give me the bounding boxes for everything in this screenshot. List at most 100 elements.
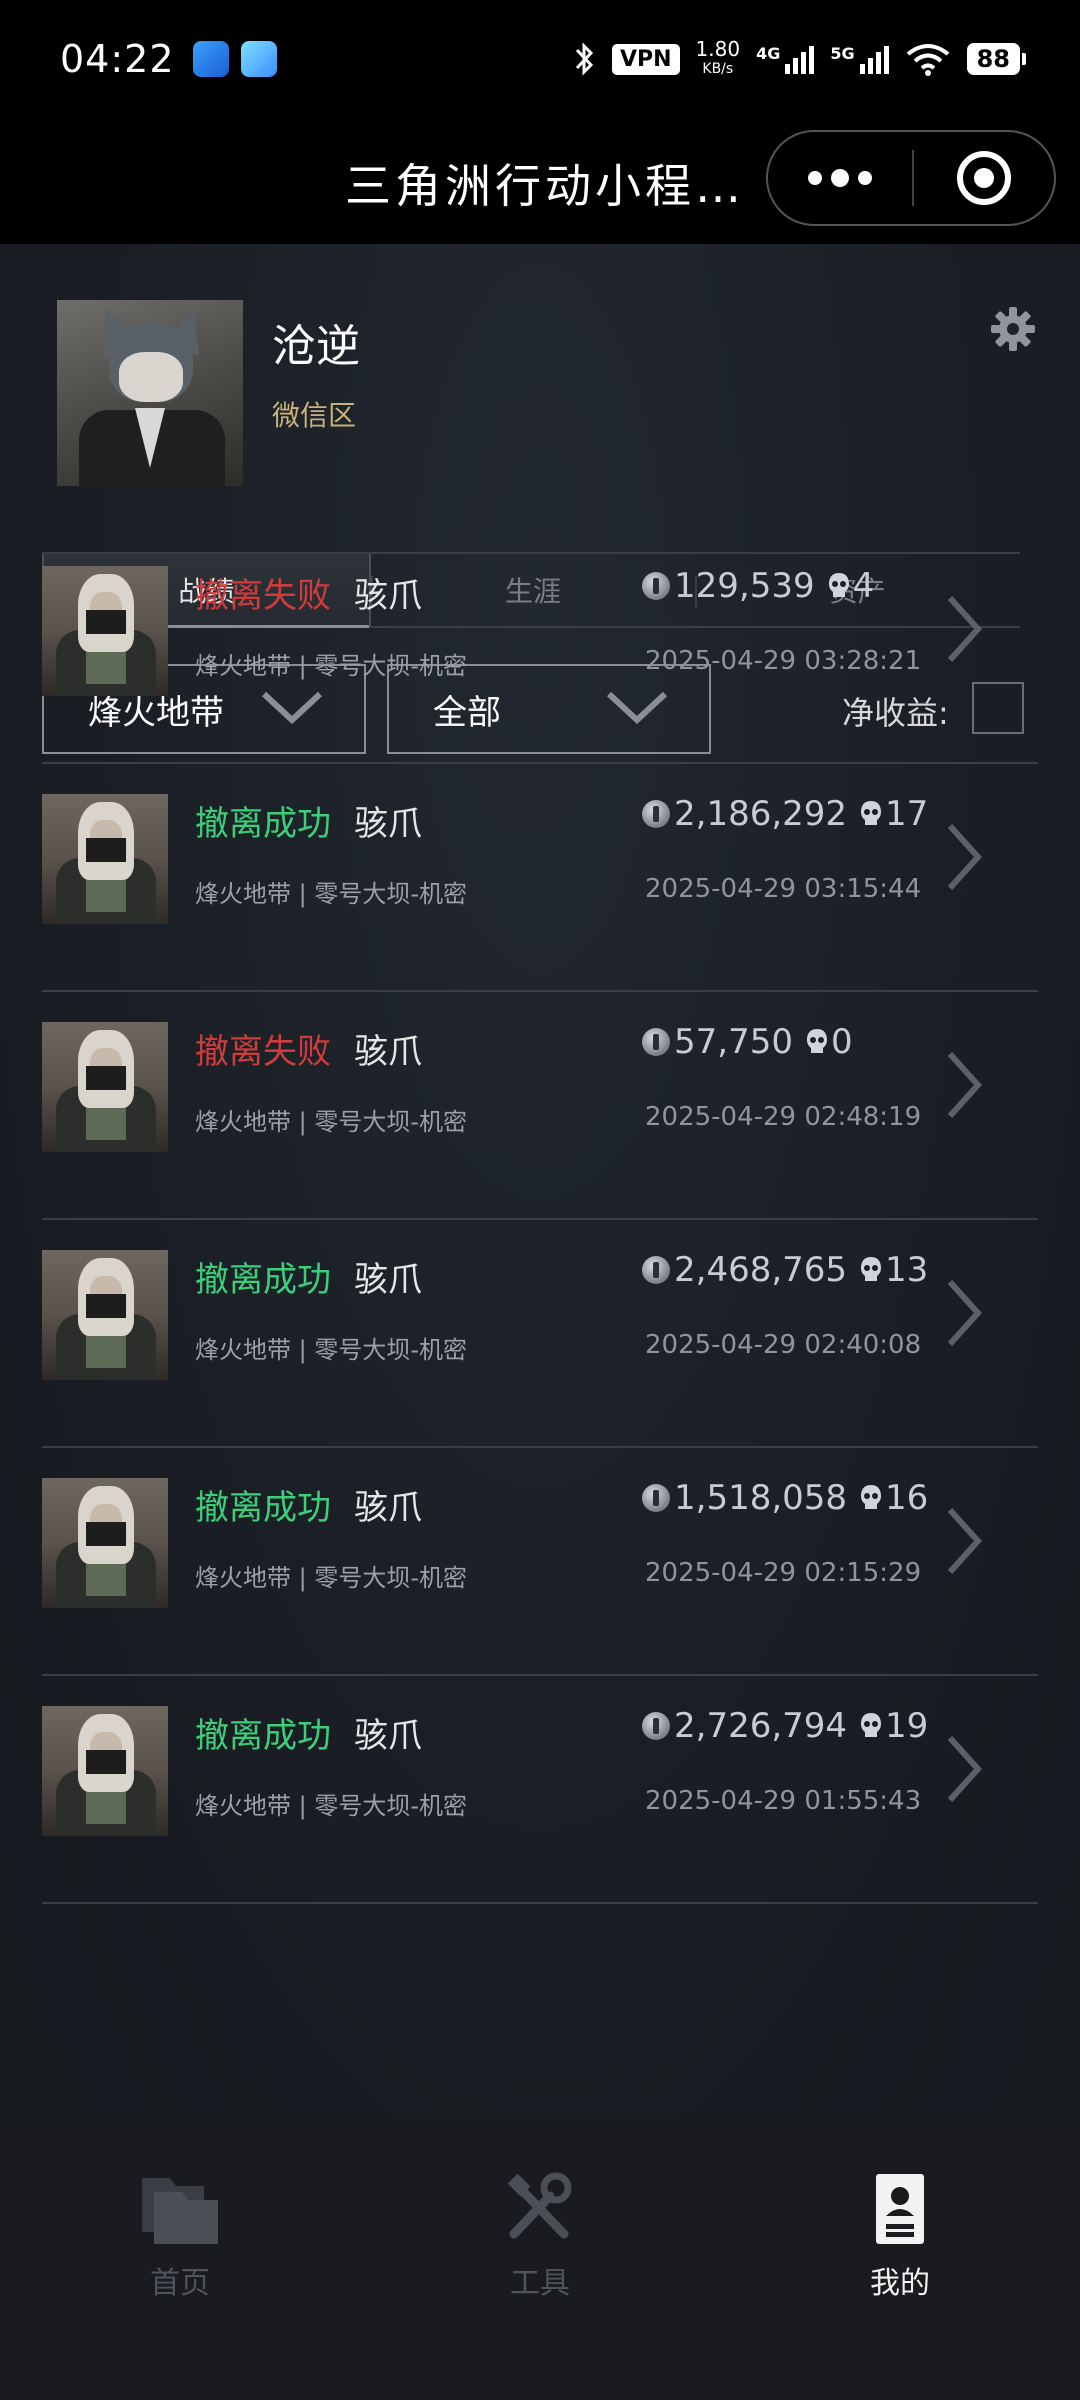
- chevron-right-icon: [947, 595, 983, 663]
- operator-name: 骇爪: [354, 576, 422, 616]
- skull-icon: [861, 1485, 882, 1509]
- coin-icon: [642, 1028, 670, 1056]
- tools-icon: [507, 2172, 572, 2239]
- extraction-result: 撤离成功: [195, 1260, 331, 1300]
- kill-count: 0: [830, 1022, 853, 1062]
- operator-thumbnail: [42, 1022, 168, 1152]
- map-info: 烽火地带 | 零号大坝-机密: [195, 880, 468, 908]
- signal-5g-label: 5G: [830, 44, 855, 63]
- signal-5g-icon: 5G: [830, 44, 889, 74]
- net-speed: 1.80 KB/s: [696, 39, 741, 79]
- bottom-tab-bar: 首页 工具 我的: [0, 2120, 1080, 2400]
- chevron-right-icon: [947, 1051, 983, 1119]
- skull-icon: [828, 573, 849, 597]
- loot-value: 129,539 4: [642, 566, 874, 606]
- operator-name: 骇爪: [354, 1488, 422, 1528]
- target-icon: [957, 151, 1011, 205]
- bottom-tab-tools[interactable]: 工具: [360, 2120, 720, 2400]
- loot-value: 2,186,292 17: [642, 794, 928, 834]
- operator-name: 骇爪: [354, 804, 422, 844]
- loot-value-text: 129,539: [674, 566, 815, 606]
- extraction-result: 撤离成功: [195, 1716, 331, 1756]
- bottom-tab-tools-label: 工具: [510, 2266, 570, 2301]
- chevron-right-icon: [947, 1507, 983, 1575]
- mini-program-capsule: [766, 130, 1056, 226]
- map-info: 烽火地带 | 零号大坝-机密: [195, 1792, 468, 1820]
- kill-count: 13: [885, 1250, 929, 1290]
- status-time: 04:22: [60, 37, 175, 81]
- coin-icon: [642, 572, 670, 600]
- close-mini-program-button[interactable]: [914, 132, 1054, 224]
- match-time: 2025-04-29 02:48:19: [645, 1102, 922, 1132]
- map-info: 烽火地带 | 零号大坝-机密: [195, 1108, 468, 1136]
- kill-count: 4: [852, 566, 875, 606]
- extraction-result: 撤离失败: [195, 1032, 331, 1072]
- operator-thumbnail: [42, 1478, 168, 1608]
- net-speed-value: 1.80: [695, 37, 741, 61]
- match-time: 2025-04-29 03:28:21: [645, 646, 922, 676]
- chevron-right-icon: [947, 1279, 983, 1347]
- more-button[interactable]: [768, 132, 912, 224]
- loot-value-text: 57,750: [674, 1022, 793, 1062]
- extraction-result: 撤离成功: [195, 804, 331, 844]
- page-title: 三角洲行动小程…: [345, 159, 745, 213]
- status-bar: 04:22 VPN 1.80 KB/s 4G 5G 88: [0, 0, 1080, 118]
- status-indicators: VPN 1.80 KB/s 4G 5G 88: [572, 39, 1027, 79]
- skull-icon: [861, 1713, 882, 1737]
- kill-count: 16: [885, 1478, 929, 1518]
- extraction-result: 撤离失败: [195, 576, 331, 616]
- avatar[interactable]: [57, 300, 243, 486]
- map-info: 烽火地带 | 零号大坝-机密: [195, 1336, 468, 1364]
- bottom-tab-home-label: 首页: [150, 2266, 210, 2301]
- chevron-right-icon: [947, 1735, 983, 1803]
- match-record-row[interactable]: 撤离失败 骇爪 129,539 4 烽火地带 | 零号大坝-机密 2025-04-29 0…: [42, 536, 1038, 764]
- loot-value: 2,468,765 13: [642, 1250, 928, 1290]
- loot-value-text: 2,468,765: [674, 1250, 848, 1290]
- main-content: 沧逆 微信区 战绩 生涯 资产 烽火地带 全部 净收益: 撤离失败 骇爪 129,5…: [0, 244, 1080, 2120]
- wifi-icon: [906, 44, 949, 76]
- kill-count: 17: [885, 794, 929, 834]
- loot-value: 57,750 0: [642, 1022, 853, 1062]
- match-record-row[interactable]: 撤离成功 骇爪 1,518,058 16 烽火地带 | 零号大坝-机密 2025-04-2…: [42, 1448, 1038, 1676]
- battery-indicator: 88: [966, 43, 1027, 75]
- skull-icon: [861, 1257, 882, 1281]
- bottom-tab-mine[interactable]: 我的: [720, 2120, 1080, 2400]
- app-notification-icon: [192, 41, 229, 77]
- match-record-row[interactable]: 撤离成功 骇爪 2,726,794 19 烽火地带 | 零号大坝-机密 2025-04-2…: [42, 1676, 1038, 1904]
- match-time: 2025-04-29 02:40:08: [645, 1330, 922, 1360]
- match-time: 2025-04-29 02:15:29: [645, 1558, 922, 1588]
- map-info: 烽火地带 | 零号大坝-机密: [195, 652, 468, 680]
- operator-name: 骇爪: [354, 1260, 422, 1300]
- net-speed-unit: KB/s: [702, 61, 734, 77]
- operator-name: 骇爪: [354, 1032, 422, 1072]
- coin-icon: [642, 800, 670, 828]
- match-record-row[interactable]: 撤离成功 骇爪 2,186,292 17 烽火地带 | 零号大坝-机密 2025-04-2…: [42, 764, 1038, 992]
- mini-program-header: 三角洲行动小程…: [0, 118, 1080, 244]
- map-info: 烽火地带 | 零号大坝-机密: [195, 1564, 468, 1592]
- region-label: 微信区: [272, 399, 357, 432]
- loot-value-text: 1,518,058: [674, 1478, 848, 1518]
- kill-count: 19: [885, 1706, 929, 1746]
- bottom-tab-home[interactable]: 首页: [0, 2120, 360, 2400]
- match-time: 2025-04-29 03:15:44: [645, 874, 922, 904]
- match-record-row[interactable]: 撤离失败 骇爪 57,750 0 烽火地带 | 零号大坝-机密 2025-04-29 02…: [42, 992, 1038, 1220]
- folder-icon: [142, 2178, 218, 2244]
- bottom-tab-mine-label: 我的: [870, 2266, 930, 2301]
- vpn-badge: VPN: [611, 43, 680, 75]
- extraction-result: 撤离成功: [195, 1488, 331, 1528]
- operator-thumbnail: [42, 794, 168, 924]
- signal-4g-icon: 4G: [756, 44, 815, 74]
- match-record-row[interactable]: 撤离成功 骇爪 2,468,765 13 烽火地带 | 零号大坝-机密 2025-04-2…: [42, 1220, 1038, 1448]
- username: 沧逆: [272, 321, 360, 372]
- match-time: 2025-04-29 01:55:43: [645, 1786, 922, 1816]
- loot-value-text: 2,186,292: [674, 794, 848, 834]
- gear-icon[interactable]: [990, 306, 1036, 352]
- loot-value-text: 2,726,794: [674, 1706, 848, 1746]
- skull-icon: [861, 801, 882, 825]
- chevron-right-icon: [947, 823, 983, 891]
- operator-thumbnail: [42, 1250, 168, 1380]
- operator-thumbnail: [42, 566, 168, 696]
- skull-icon: [806, 1029, 827, 1053]
- bluetooth-icon: [575, 42, 594, 76]
- operator-name: 骇爪: [354, 1716, 422, 1756]
